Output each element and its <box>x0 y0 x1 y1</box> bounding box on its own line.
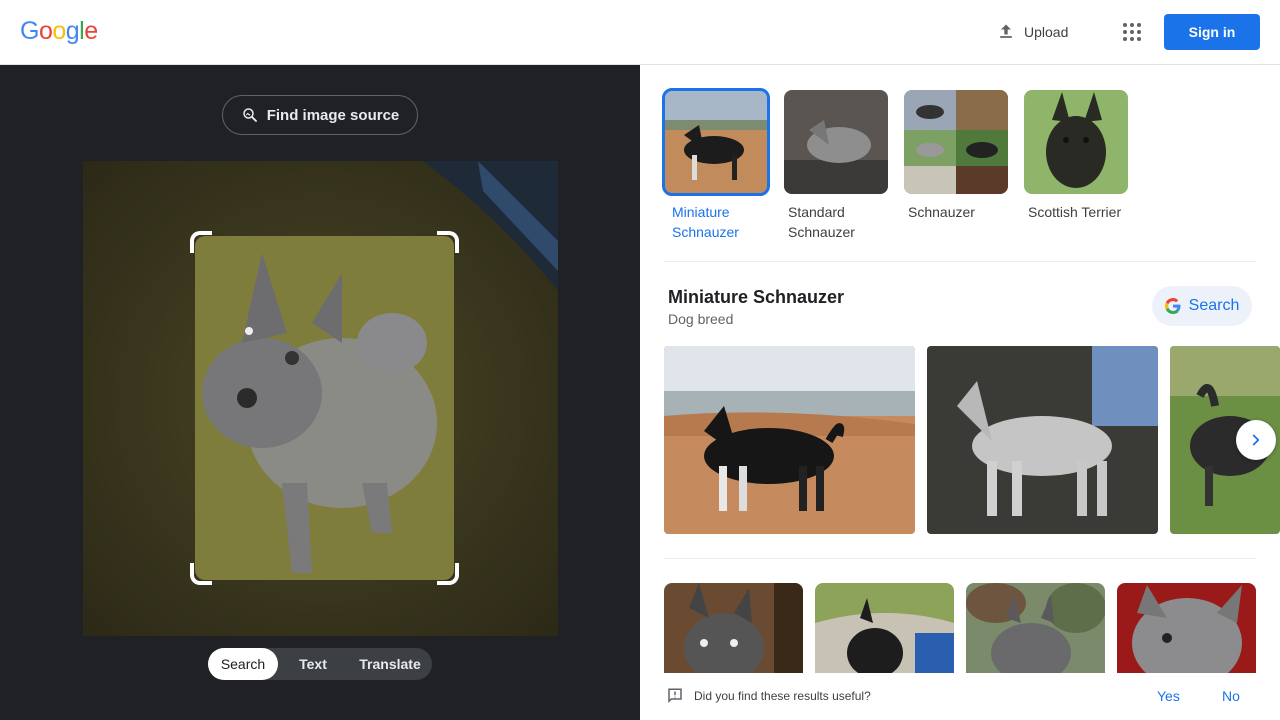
logo-letter: o <box>38 17 53 45</box>
upload-icon <box>1000 24 1012 38</box>
mode-text[interactable]: Text <box>278 648 348 680</box>
chip-thumbnail <box>904 90 1008 194</box>
logo-letter: o <box>52 17 66 45</box>
chip-thumbnail <box>662 88 770 196</box>
crop-selection[interactable] <box>190 231 459 585</box>
feedback-icon <box>668 688 682 704</box>
logo-letter: G <box>20 17 39 45</box>
chip-label: Scottish Terrier <box>1028 204 1122 220</box>
divider <box>664 261 1256 262</box>
logo-letter: g <box>65 17 80 45</box>
result-image[interactable] <box>815 583 954 673</box>
chip-schnauzer[interactable]: Schnauzer <box>904 90 1008 242</box>
mode-search[interactable]: Search <box>208 648 278 680</box>
feedback-question: Did you find these results useful? <box>694 689 871 703</box>
upload-label: Upload <box>1024 24 1069 40</box>
result-image[interactable] <box>664 583 803 673</box>
chip-label: Miniature Schnauzer <box>672 204 739 240</box>
entity-subtitle: Dog breed <box>668 311 734 327</box>
entity-search-button[interactable]: Search <box>1152 286 1252 326</box>
google-g-icon <box>1164 298 1181 314</box>
entity-search-label: Search <box>1188 297 1240 314</box>
chip-thumbnail <box>1024 90 1128 194</box>
chevron-right-icon <box>1252 434 1260 446</box>
chip-label: Standard Schnauzer <box>788 204 855 240</box>
chip-standard-schnauzer[interactable]: Standard Schnauzer <box>784 90 888 242</box>
chip-thumbnail <box>784 90 888 194</box>
find-image-source-label: Find image source <box>266 106 400 124</box>
results-pane: Miniature Schnauzer Standard Schnauzer S… <box>640 65 1280 720</box>
lens-mode-switcher: Search Text Translate <box>208 648 432 680</box>
entity-chips: Miniature Schnauzer Standard Schnauzer S… <box>662 88 1128 242</box>
next-arrow-button[interactable] <box>1236 420 1276 460</box>
feedback-bar: Did you find these results useful? Yes N… <box>640 673 1280 720</box>
header: Google Upload Sign in <box>0 0 1280 65</box>
mode-translate[interactable]: Translate <box>348 648 432 680</box>
result-image[interactable] <box>927 346 1158 534</box>
query-image-pane: Find image source Search Text Translate <box>0 65 640 720</box>
chip-scottish-terrier[interactable]: Scottish Terrier <box>1024 90 1128 242</box>
result-image[interactable] <box>966 583 1105 673</box>
logo-letter: e <box>84 17 98 45</box>
chip-label: Schnauzer <box>908 204 975 220</box>
image-search-icon <box>242 108 257 122</box>
feedback-yes-button[interactable]: Yes <box>1157 688 1180 704</box>
upload-button[interactable]: Upload <box>986 14 1078 50</box>
sign-in-button[interactable]: Sign in <box>1164 14 1260 50</box>
find-image-source-button[interactable]: Find image source <box>222 95 418 135</box>
chip-miniature-schnauzer[interactable]: Miniature Schnauzer <box>662 88 770 242</box>
feedback-no-button[interactable]: No <box>1222 688 1240 704</box>
apps-grid-icon[interactable] <box>1116 16 1148 48</box>
divider <box>664 558 1256 559</box>
entity-title: Miniature Schnauzer <box>668 287 845 307</box>
result-image[interactable] <box>1117 583 1256 673</box>
result-image[interactable] <box>664 346 915 534</box>
google-logo[interactable]: Google <box>20 17 98 46</box>
